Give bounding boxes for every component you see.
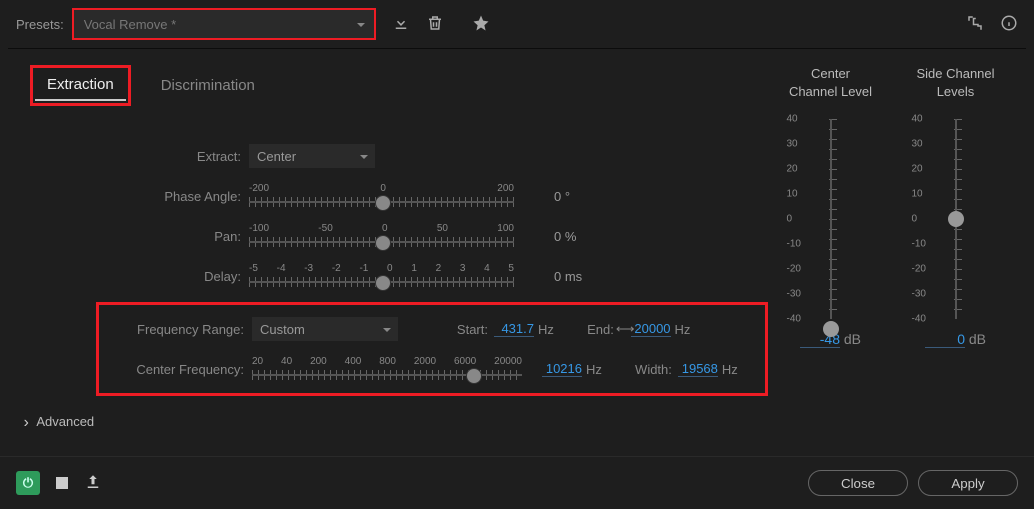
- apply-button[interactable]: Apply: [918, 470, 1018, 496]
- center-freq-slider[interactable]: 20402004008002000600020000: [252, 356, 522, 382]
- delay-label: Delay:: [16, 269, 249, 284]
- presets-label: Presets:: [16, 17, 64, 32]
- preset-name: Vocal Remove *: [84, 17, 177, 32]
- pan-label: Pan:: [16, 229, 249, 244]
- footer: ⏻ Close Apply: [0, 456, 1034, 509]
- pan-slider[interactable]: -100-50050100: [249, 223, 514, 249]
- import-icon[interactable]: [392, 14, 410, 35]
- freq-range-dropdown[interactable]: Custom: [252, 317, 398, 341]
- left-panel: Extraction Discrimination Extract: Cente…: [16, 65, 768, 429]
- top-bar: Presets: Vocal Remove *: [0, 0, 1034, 48]
- frequency-box: Frequency Range: Custom Start: 431.7 Hz …: [96, 302, 768, 396]
- chevron-down-icon: [359, 150, 369, 165]
- side-channel-value[interactable]: 0: [925, 331, 965, 348]
- trash-icon[interactable]: [426, 14, 444, 35]
- routing-icon[interactable]: [966, 14, 984, 35]
- center-channel-slider[interactable]: 40 30 20 10 0 -10 -20 -30 -40: [801, 119, 861, 319]
- chevron-down-icon: [382, 323, 392, 338]
- close-button[interactable]: Close: [808, 470, 908, 496]
- power-toggle[interactable]: ⏻: [16, 471, 40, 495]
- center-freq-value[interactable]: 10216: [542, 361, 582, 377]
- info-icon[interactable]: [1000, 14, 1018, 35]
- pan-value[interactable]: 0 %: [554, 229, 614, 244]
- end-label: End:: [554, 322, 616, 337]
- tab-extraction[interactable]: Extraction: [35, 70, 126, 101]
- center-freq-label: Center Frequency:: [99, 362, 252, 377]
- freq-range-label: Frequency Range:: [99, 322, 252, 337]
- tab-discrimination[interactable]: Discrimination: [149, 71, 267, 100]
- width-label: Width:: [602, 362, 678, 377]
- side-channel-title: Side ChannelLevels: [893, 65, 1018, 109]
- center-channel-col: CenterChannel Level 40 30 20 10 0 -10 -2…: [768, 65, 893, 429]
- tabs: Extraction Discrimination: [30, 65, 768, 106]
- chevron-down-icon: [356, 18, 366, 33]
- export-icon[interactable]: [84, 473, 102, 494]
- extract-label: Extract:: [16, 149, 249, 164]
- side-channel-col: Side ChannelLevels 40 30 20 10 0 -10 -20…: [893, 65, 1018, 429]
- extract-dropdown[interactable]: Center: [249, 144, 375, 168]
- delay-slider[interactable]: -5-4-3-2-1012345: [249, 263, 514, 289]
- phase-value[interactable]: 0 °: [554, 189, 614, 204]
- start-label: Start:: [398, 322, 494, 337]
- side-channel-slider[interactable]: 40 30 20 10 0 -10 -20 -30 -40: [926, 119, 986, 319]
- star-icon[interactable]: [472, 14, 490, 35]
- advanced-toggle[interactable]: Advanced: [24, 414, 768, 429]
- center-channel-title: CenterChannel Level: [768, 65, 893, 109]
- end-value[interactable]: 20000: [631, 321, 671, 337]
- phase-label: Phase Angle:: [16, 189, 249, 204]
- width-value[interactable]: 19568: [678, 361, 718, 377]
- preset-dropdown[interactable]: Vocal Remove *: [72, 8, 376, 40]
- delay-value[interactable]: 0 ms: [554, 269, 614, 284]
- phase-slider[interactable]: -2000200: [249, 183, 514, 209]
- start-value[interactable]: 431.7: [494, 321, 534, 337]
- stop-button[interactable]: [56, 477, 68, 489]
